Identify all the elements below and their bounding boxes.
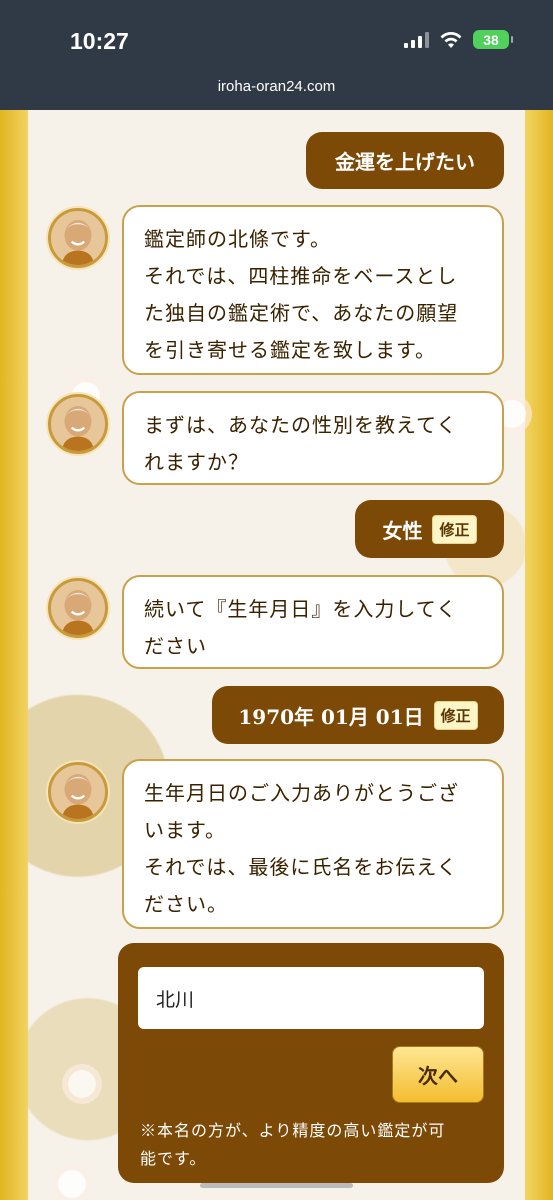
advisor-message-name: 生年月日のご入力ありがとうござ います。 それでは、最後に氏名をお伝えく ださい… — [122, 759, 504, 929]
user-message-text: 金運を上げたい — [335, 150, 475, 174]
gold-border-right — [525, 110, 553, 1200]
advisor-avatar — [48, 578, 108, 638]
home-indicator — [200, 1183, 353, 1188]
message-line: います。 — [144, 818, 226, 842]
advisor-message-gender: まずは、あなたの性別を教えてく れますか？ — [122, 391, 504, 485]
advisor-avatar — [48, 208, 108, 268]
message-line: ださい — [144, 634, 207, 658]
edit-gender-button[interactable]: 修正 — [432, 514, 477, 544]
status-time: 10:27 — [70, 28, 129, 54]
next-button[interactable]: 次へ — [392, 1046, 484, 1103]
message-line: それでは、四柱推命をベースとし — [144, 264, 458, 288]
note-line: ※本名の方が、より精度の高い鑑定が可 — [140, 1121, 446, 1140]
advisor-avatar — [48, 762, 108, 822]
message-line: 生年月日のご入力ありがとうござ — [144, 781, 459, 805]
advisor-message-intro: 鑑定師の北條です。 それでは、四柱推命をベースとし た独自の鑑定術で、あなたの願… — [122, 205, 504, 375]
edit-birthday-button[interactable]: 修正 — [433, 700, 478, 730]
user-message-gender: 女性 修正 — [355, 500, 504, 558]
advisor-face-icon — [51, 765, 105, 819]
advisor-face-icon — [51, 211, 105, 265]
gold-border-left — [0, 110, 28, 1200]
form-note: ※本名の方が、より精度の高い鑑定が可 能です。 — [140, 1117, 480, 1173]
user-message-wish: 金運を上げたい — [306, 132, 504, 189]
blossom-decoration — [68, 1070, 96, 1098]
battery-level: 38 — [483, 31, 499, 48]
advisor-face-icon — [51, 397, 105, 451]
message-line: を引き寄せる鑑定を致します。 — [144, 338, 436, 362]
blossom-decoration — [58, 1170, 86, 1198]
user-message-birthday: 1970年 01月 01日 修正 — [212, 686, 504, 744]
browser-top-bar: 10:27 38 iroha-oran24.com — [0, 0, 553, 110]
message-line: 続いて『生年月日』を入力してく — [144, 597, 458, 621]
note-line: 能です。 — [140, 1149, 207, 1168]
user-message-text: 女性 — [382, 518, 423, 543]
wifi-icon — [440, 31, 462, 48]
message-line: た独自の鑑定術で、あなたの願望 — [144, 301, 459, 325]
advisor-message-birthday: 続いて『生年月日』を入力してく ださい — [122, 575, 504, 669]
user-message-text: 1970年 01月 01日 — [238, 704, 424, 729]
message-line: ださい。 — [144, 892, 228, 916]
message-line: それでは、最後に氏名をお伝えく — [144, 855, 458, 879]
status-icons: 38 — [404, 30, 513, 49]
url-bar[interactable]: iroha-oran24.com — [0, 78, 553, 95]
name-form: 次へ ※本名の方が、より精度の高い鑑定が可 能です。 — [118, 943, 504, 1183]
advisor-face-icon — [51, 581, 105, 635]
name-input[interactable] — [138, 967, 484, 1029]
message-line: まずは、あなたの性別を教えてく — [144, 413, 458, 437]
message-line: れますか？ — [144, 450, 249, 474]
message-line: 鑑定師の北條です。 — [144, 227, 331, 251]
cellular-signal-icon — [404, 31, 429, 48]
battery-icon: 38 — [473, 30, 513, 49]
advisor-avatar — [48, 394, 108, 454]
